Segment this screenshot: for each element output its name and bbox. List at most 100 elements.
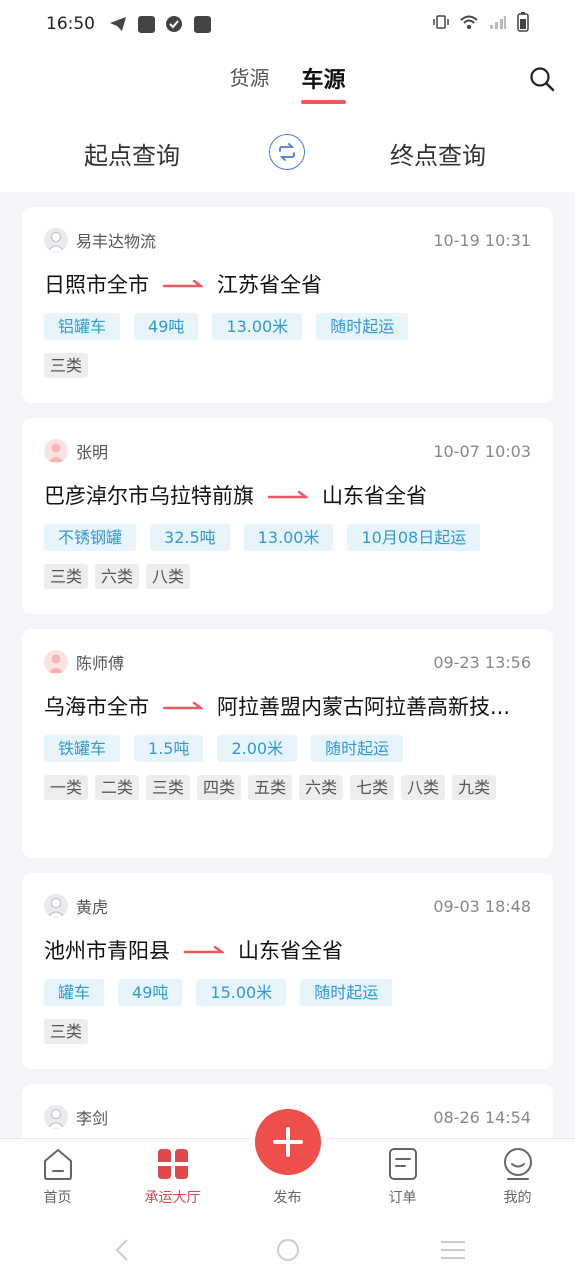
swap-icon (279, 143, 295, 161)
avatar (44, 894, 68, 918)
length-tag: 13.00米 (243, 524, 334, 551)
origin-city: 池州市青阳县 (44, 939, 170, 963)
menu-icon[interactable] (440, 1240, 466, 1260)
category-tag: 二类 (95, 775, 140, 800)
start-query-button[interactable]: 起点查询 (84, 136, 180, 171)
profile-icon (503, 1148, 532, 1180)
orders-icon (388, 1148, 417, 1180)
back-icon[interactable] (112, 1238, 132, 1262)
weight-tag: 32.5吨 (150, 524, 230, 551)
publish-time: 10-07 10:03 (433, 441, 531, 461)
publish-button[interactable] (255, 1109, 321, 1175)
avatar (44, 228, 68, 252)
length-tag: 15.00米 (196, 979, 287, 1006)
publish-time: 09-23 13:56 (433, 652, 531, 672)
vibrate-icon (433, 14, 449, 35)
tab-carrier-hall[interactable]: 承运大厅 (115, 1139, 230, 1220)
home-icon (43, 1149, 72, 1180)
publisher-name: 易丰达物流 (76, 232, 157, 251)
publish-time: 10-19 10:31 (433, 230, 531, 250)
header: 货源 车源 起点查询 终点查询 (0, 48, 575, 192)
end-query-button[interactable]: 终点查询 (390, 136, 486, 171)
publisher-name: 张明 (76, 443, 109, 462)
tab-home[interactable]: 首页 (0, 1139, 115, 1220)
category-tag: 三类 (44, 1019, 89, 1044)
route-arrow-icon (163, 701, 203, 710)
query-row: 起点查询 终点查询 (0, 132, 575, 176)
home-circle-icon[interactable] (276, 1238, 300, 1262)
tab-vehicle-source[interactable]: 车源 (301, 62, 346, 104)
avatar (44, 1105, 68, 1129)
category-tag: 三类 (146, 775, 191, 800)
tab-profile[interactable]: 我的 (460, 1139, 575, 1220)
category-tag: 七类 (350, 775, 395, 800)
category-tag: 四类 (197, 775, 242, 800)
tab-orders[interactable]: 订单 (345, 1139, 460, 1220)
departure-tag: 10月08日起运 (347, 524, 481, 551)
category-tag: 三类 (44, 564, 89, 589)
route-arrow-icon (163, 279, 203, 288)
category-tag: 一类 (44, 775, 89, 800)
destination-city: 阿拉善盟内蒙古阿拉善高新技... (217, 695, 511, 719)
status-time: 16:50 (46, 14, 95, 34)
publisher-name: 李剑 (76, 1109, 109, 1128)
vivo-icon (193, 15, 211, 33)
swap-button[interactable] (269, 134, 305, 170)
tab-publish-label: 发布 (273, 1190, 302, 1206)
departure-tag: 随时起运 (300, 979, 393, 1006)
publish-time: 08-26 14:54 (433, 1107, 531, 1127)
publish-time: 09-03 18:48 (433, 896, 531, 916)
category-tag: 五类 (248, 775, 293, 800)
category-tag: 三类 (44, 353, 89, 378)
departure-tag: 随时起运 (316, 313, 409, 340)
tab-orders-label: 订单 (388, 1190, 417, 1206)
vehicle-card[interactable]: 陈师傅 09-23 13:56 乌海市全市 阿拉善盟内蒙古阿拉善高新技... 铁… (22, 629, 553, 858)
vehicle-type-tag: 不锈钢罐 (44, 524, 137, 551)
check-icon (165, 15, 183, 33)
carrier-hall-icon (157, 1149, 188, 1179)
length-tag: 13.00米 (212, 313, 303, 340)
destination-city: 江苏省全省 (217, 273, 322, 297)
top-tabs: 货源 车源 (0, 62, 575, 104)
battery-icon (517, 11, 529, 37)
vehicle-list[interactable]: 易丰达物流 10-19 10:31 日照市全市 江苏省全省 铝罐车 49吨 13… (22, 207, 553, 1138)
weight-tag: 1.5吨 (134, 735, 204, 762)
origin-city: 日照市全市 (44, 273, 149, 297)
vehicle-card[interactable]: 张明 10-07 10:03 巴彦淖尔市乌拉特前旗 山东省全省 不锈钢罐 32.… (22, 418, 553, 614)
search-icon[interactable] (529, 66, 555, 92)
weight-tag: 49吨 (134, 313, 199, 340)
vehicle-type-tag: 铝罐车 (44, 313, 121, 340)
destination-city: 山东省全省 (238, 939, 343, 963)
length-tag: 2.00米 (217, 735, 298, 762)
system-nav-bar (0, 1220, 575, 1280)
vehicle-type-tag: 罐车 (44, 979, 105, 1006)
publisher-name: 陈师傅 (76, 654, 125, 673)
signal-icon (489, 14, 507, 35)
category-tag: 六类 (95, 564, 140, 589)
route-arrow-icon (184, 945, 224, 954)
tab-cargo-source[interactable]: 货源 (229, 62, 269, 104)
publisher-name: 黄虎 (76, 898, 109, 917)
category-tag: 六类 (299, 775, 344, 800)
vehicle-card[interactable]: 黄虎 09-03 18:48 池州市青阳县 山东省全省 罐车 49吨 15.00… (22, 873, 553, 1069)
vehicle-card[interactable]: 易丰达物流 10-19 10:31 日照市全市 江苏省全省 铝罐车 49吨 13… (22, 207, 553, 403)
weight-tag: 49吨 (118, 979, 183, 1006)
avatar (44, 650, 68, 674)
avatar (44, 439, 68, 463)
tab-profile-label: 我的 (503, 1190, 532, 1206)
status-bar: 16:50 (0, 0, 575, 48)
mail-icon (137, 15, 155, 33)
telegram-icon (109, 15, 127, 33)
tab-carrier-hall-label: 承运大厅 (144, 1190, 201, 1206)
plus-icon (273, 1127, 303, 1157)
departure-tag: 随时起运 (311, 735, 404, 762)
vehicle-type-tag: 铁罐车 (44, 735, 121, 762)
category-tag: 八类 (401, 775, 446, 800)
tab-home-label: 首页 (43, 1190, 72, 1206)
origin-city: 巴彦淖尔市乌拉特前旗 (44, 484, 254, 508)
category-tag: 八类 (146, 564, 191, 589)
destination-city: 山东省全省 (322, 484, 427, 508)
route-arrow-icon (268, 490, 308, 499)
category-tag: 九类 (452, 775, 497, 800)
wifi-icon (459, 14, 479, 35)
